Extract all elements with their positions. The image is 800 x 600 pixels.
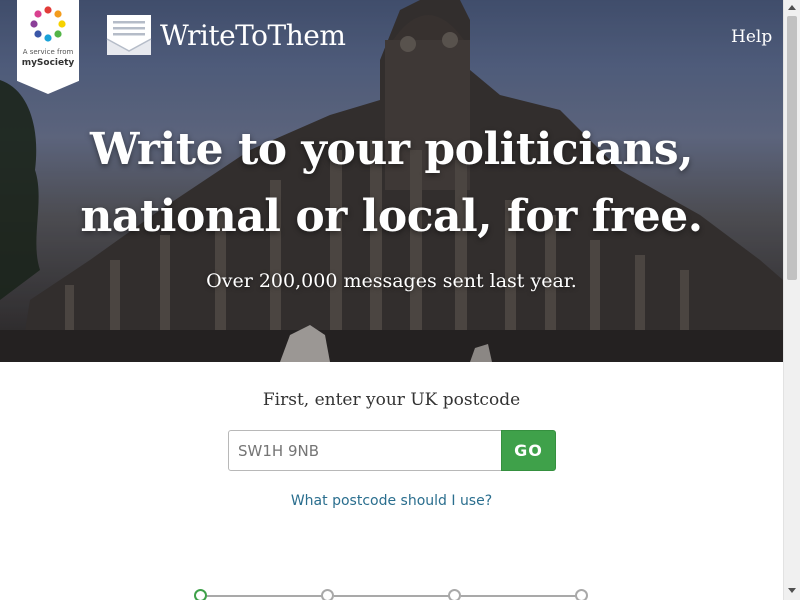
postcode-input[interactable] — [228, 430, 502, 471]
mysociety-badge[interactable]: A service from mySociety — [17, 0, 79, 94]
badge-brand-text: mySociety — [21, 58, 75, 68]
hero-headline: Write to your politicians, national or l… — [0, 116, 783, 250]
help-link[interactable]: Help — [731, 27, 772, 47]
badge-service-text: A service from — [22, 48, 74, 56]
step-2-dot — [321, 589, 334, 600]
site-title: WriteToThem — [160, 18, 346, 52]
hero-section: A service from mySociety WriteToThem Hel… — [0, 0, 783, 362]
envelope-icon — [106, 15, 152, 55]
scroll-thumb[interactable] — [787, 16, 797, 280]
step-1-dot — [194, 589, 207, 600]
scroll-down-arrow-icon[interactable] — [788, 588, 796, 593]
step-connector — [461, 595, 576, 597]
hero-headline-line1: Write to your politicians, — [89, 124, 694, 175]
postcode-prompt: First, enter your UK postcode — [262, 390, 521, 410]
hero-headline-line2: national or local, for free. — [80, 191, 703, 242]
step-connector — [334, 595, 449, 597]
step-connector — [207, 595, 322, 597]
step-4-dot — [575, 589, 588, 600]
progress-steps — [194, 589, 594, 600]
step-3-dot — [448, 589, 461, 600]
go-button[interactable]: GO — [501, 430, 556, 471]
mysociety-logo-icon — [30, 6, 66, 42]
vertical-scrollbar[interactable] — [783, 0, 800, 600]
postcode-help-link[interactable]: What postcode should I use? — [0, 493, 783, 509]
scroll-up-arrow-icon[interactable] — [788, 5, 796, 10]
hero-subline: Over 200,000 messages sent last year. — [206, 270, 577, 292]
site-logo[interactable]: WriteToThem — [106, 13, 346, 57]
